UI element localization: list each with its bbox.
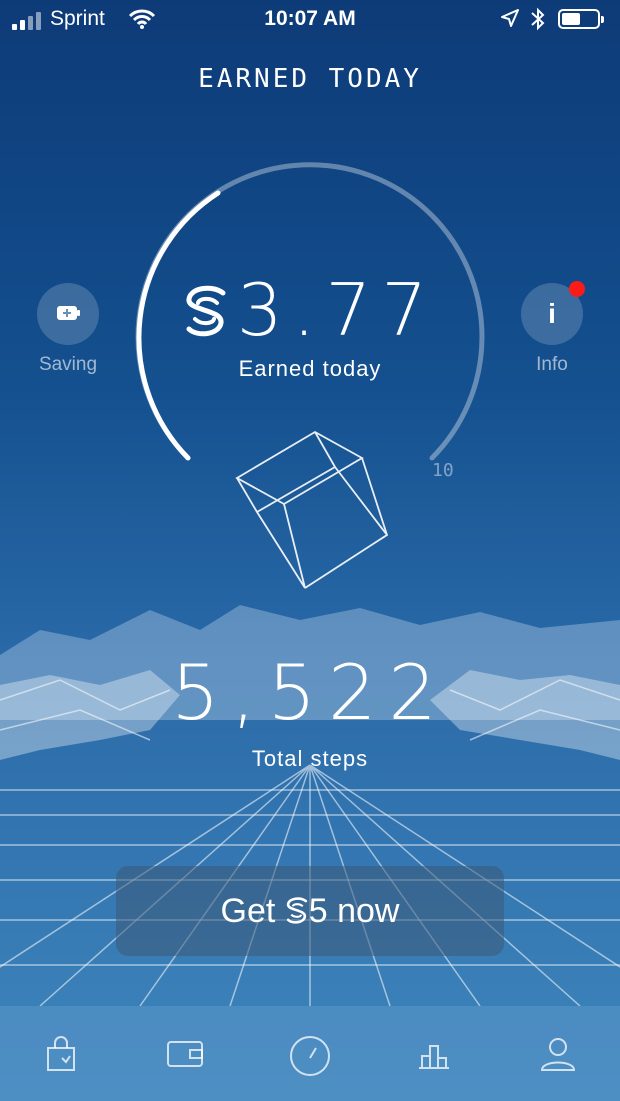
sweatcoin-icon (286, 897, 307, 924)
saving-button[interactable] (37, 283, 99, 345)
cta-amount: 5 (308, 891, 328, 930)
info-icon: i (548, 298, 556, 329)
tab-shop[interactable] (32, 1024, 92, 1084)
tab-wallet[interactable] (156, 1024, 216, 1084)
tab-profile[interactable] (528, 1024, 588, 1084)
steps-label: Total steps (251, 746, 369, 771)
earned-amount-value: 3.77 (236, 268, 438, 352)
wallet-icon (167, 1040, 203, 1067)
get-coins-button[interactable]: Get 5 now (116, 866, 504, 956)
notification-dot (569, 281, 585, 297)
sweatcoin-icon (183, 274, 229, 358)
info-label: Info (536, 354, 568, 375)
speedometer-icon (290, 1035, 330, 1076)
cta-suffix: now (327, 891, 400, 930)
tab-bar (0, 1006, 620, 1101)
steps-count: 5,522 (171, 648, 449, 737)
profile-icon (540, 1037, 576, 1071)
ring-max-label: 10 (432, 460, 454, 481)
saving-label: Saving (38, 354, 98, 375)
cube-icon (235, 430, 389, 589)
cta-prefix: Get (220, 891, 285, 930)
bar-chart-icon (419, 1044, 449, 1069)
tab-dashboard[interactable] (280, 1024, 340, 1084)
shop-bag-icon (47, 1035, 75, 1071)
battery-saving-icon (57, 306, 80, 320)
tab-stats[interactable] (404, 1024, 464, 1084)
